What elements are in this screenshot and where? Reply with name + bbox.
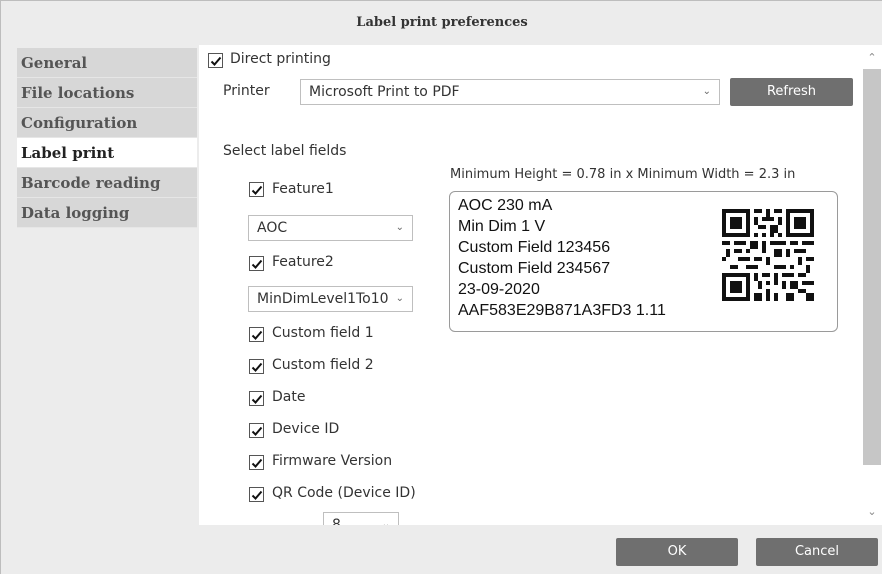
chevron-down-icon: ⌄ <box>381 519 390 525</box>
chevron-down-icon[interactable]: ⌄ <box>861 503 882 521</box>
preview-line-2: Min Dim 1 V <box>458 218 546 235</box>
footer: OK Cancel <box>1 525 882 574</box>
title-bar: Label print preferences <box>1 1 882 45</box>
sidebar-item-label-print[interactable]: Label print <box>17 138 197 168</box>
qr-size-select-value: 8 <box>332 517 341 525</box>
preview-line-5: 23-09-2020 <box>458 281 540 298</box>
dialog-title: Label print preferences <box>356 15 528 30</box>
label-dimensions-text: Minimum Height = 0.78 in x Minimum Width… <box>450 167 796 182</box>
sidebar-item-file-locations[interactable]: File locations <box>17 78 197 108</box>
label-preview: AOC 230 mA Min Dim 1 V Custom Field 1234… <box>449 191 838 332</box>
qr-size-select[interactable]: 8 ⌄ <box>323 512 399 525</box>
ok-button[interactable]: OK <box>616 538 738 566</box>
qr-code-icon <box>722 209 814 301</box>
preview-line-4: Custom Field 234567 <box>458 260 611 277</box>
cancel-button[interactable]: Cancel <box>756 538 878 566</box>
sidebar-item-barcode-reading[interactable]: Barcode reading <box>17 168 197 198</box>
sidebar-item-configuration[interactable]: Configuration <box>17 108 197 138</box>
content-scrollbar[interactable]: ⌃ ⌄ <box>861 45 882 525</box>
preview-line-6: AAF583E29B871A3FD3 1.11 <box>458 302 666 319</box>
preferences-dialog: Label print preferences General File loc… <box>0 0 882 574</box>
sidebar-item-data-logging[interactable]: Data logging <box>17 198 197 228</box>
sidebar: General File locations Configuration Lab… <box>17 48 197 228</box>
preview-line-3: Custom Field 123456 <box>458 239 611 256</box>
sidebar-item-general[interactable]: General <box>17 48 197 78</box>
scroll-thumb[interactable] <box>863 69 881 465</box>
preview-line-1: AOC 230 mA <box>458 197 553 214</box>
